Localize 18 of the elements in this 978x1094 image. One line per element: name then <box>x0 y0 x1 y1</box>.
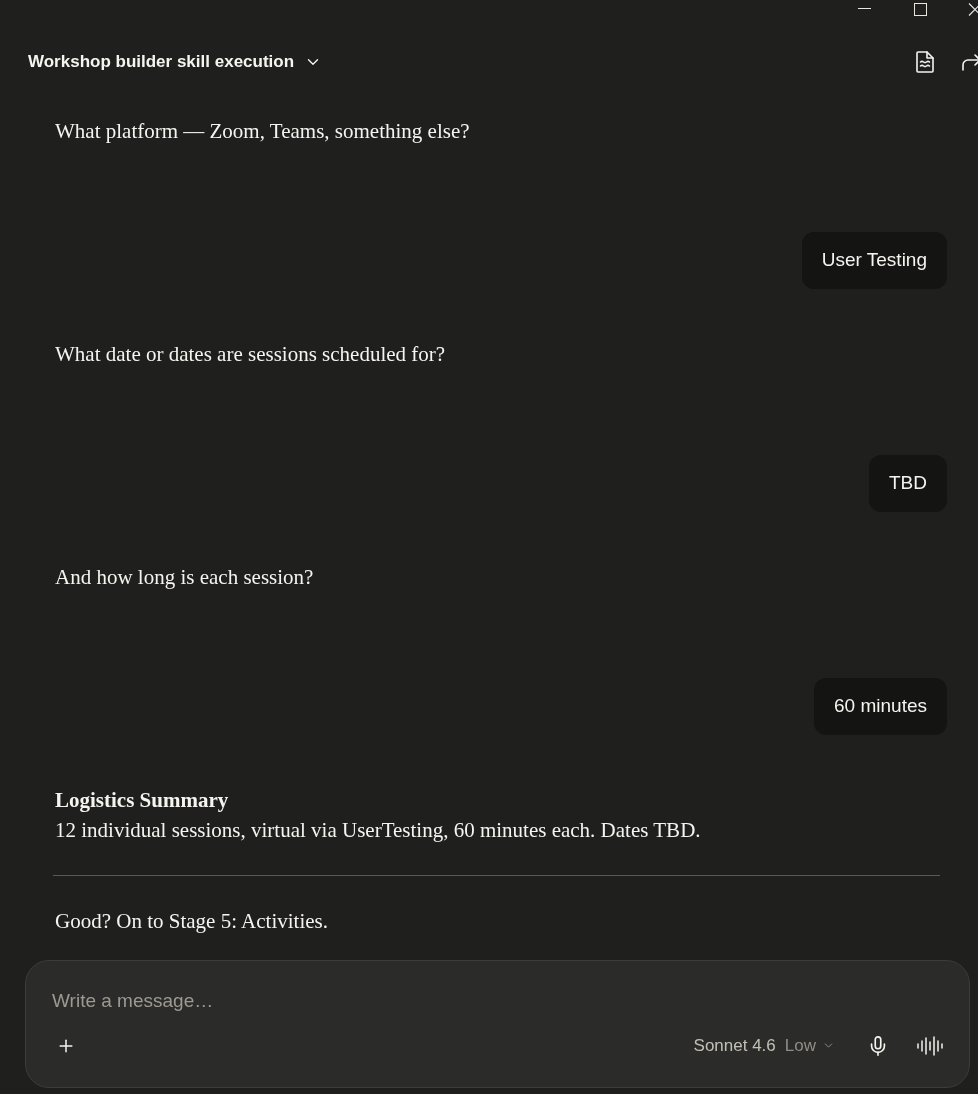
maximize-icon[interactable] <box>914 3 927 16</box>
assistant-message: And how long is each session? <box>55 564 314 591</box>
user-message: User Testing <box>801 232 947 289</box>
assistant-message: Good? On to Stage 5: Activities. <box>55 908 328 935</box>
effort-selector[interactable]: Low <box>784 1033 835 1059</box>
message-input[interactable]: Write a message… <box>52 985 943 1017</box>
curved-arrow-icon[interactable] <box>962 53 978 71</box>
user-message: TBD <box>869 455 947 512</box>
model-selector[interactable]: Sonnet 4.6 <box>693 1033 776 1059</box>
summary-text: 12 individual sessions, virtual via UserTesting, 60 minutes each. Dates TBD. <box>55 817 701 844</box>
conversation-title-menu[interactable]: Workshop builder skill execution <box>28 49 323 75</box>
assistant-message: What platform — Zoom, Teams, something else? <box>55 118 470 145</box>
close-icon[interactable] <box>968 3 978 16</box>
document-icon[interactable] <box>916 51 934 73</box>
summary-heading: Logistics Summary <box>55 787 229 814</box>
user-message: 60 minutes <box>814 678 947 735</box>
assistant-message: What date or dates are sessions scheduled for? <box>55 341 446 368</box>
sound-wave-icon[interactable] <box>917 1035 943 1056</box>
